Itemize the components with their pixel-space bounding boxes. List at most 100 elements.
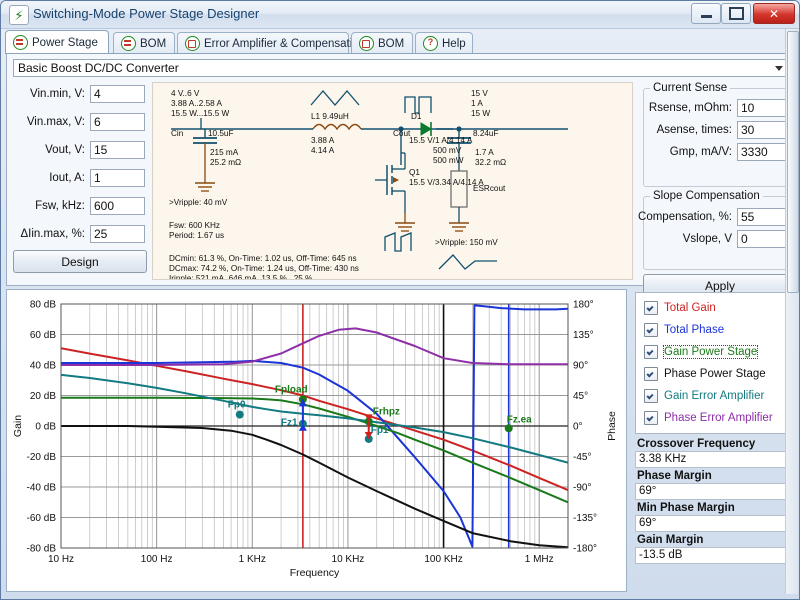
legend-label: Phase Error Amplifier [664, 412, 773, 424]
vertical-scrollbar[interactable] [785, 29, 799, 594]
field-row: Compensation, %: [638, 206, 789, 228]
vinmax-input[interactable] [90, 113, 145, 131]
marker-label-fz1: Fz1 [281, 418, 298, 429]
tab-power-stage[interactable]: Power Stage [5, 30, 109, 54]
field-row: Gmp, mA/V: [651, 141, 789, 163]
current-sense-group: Current Sense Rsense, mOhm: Asense, time… [643, 82, 797, 187]
legend-label: Phase Power Stage [664, 368, 766, 380]
cout-esr: 32.2 mΩ [475, 158, 506, 167]
legend-item-phase-power-stage[interactable]: Phase Power Stage [640, 363, 786, 385]
asense-input[interactable] [737, 121, 789, 139]
iout-label: Iout, A: [49, 172, 85, 184]
checkbox-gain-power-stage[interactable] [644, 345, 658, 359]
topology-combobox[interactable]: Basic Boost DC/DC Converter [13, 59, 789, 77]
cin-value: 10.5uF [208, 129, 234, 138]
gain-margin-title: Gain Margin [637, 534, 704, 546]
y-tick-label: 20 dB [30, 391, 56, 402]
tab-bom-ea[interactable]: BOM [351, 32, 413, 54]
diinmax-input[interactable] [90, 225, 145, 243]
checkbox-total-phase[interactable] [644, 323, 658, 337]
cin-irms: 215 mA [210, 148, 239, 157]
phase-margin-title: Phase Margin [637, 470, 712, 482]
x-tick-label: 1 KHz [239, 554, 266, 565]
curve-legend: Total Gain Total Phase Gain Power Stage … [635, 292, 791, 434]
x-tick-label: 1 MHz [525, 554, 554, 565]
input-spec-2: 3.88 A..2.58 A [171, 99, 223, 108]
legend-item-phase-error-amplifier[interactable]: Phase Error Amplifier [640, 407, 786, 429]
tab-label: BOM [378, 37, 405, 50]
compensation-input[interactable] [737, 208, 789, 226]
field-row: Vin.max, V: [13, 110, 145, 134]
vslope-label: Vslope, V [682, 233, 732, 245]
marker-fp0 [235, 410, 244, 419]
field-row: Vout, V: [13, 138, 145, 162]
y-tick-label: -40 dB [27, 483, 57, 494]
legend-item-total-phase[interactable]: Total Phase [640, 319, 786, 341]
rsense-label: Rsense, mOhm: [648, 102, 732, 114]
resistor-icon [121, 36, 136, 51]
cout-label: Cout [393, 129, 411, 138]
vout-input[interactable] [90, 141, 145, 159]
y-tick-label: 80 dB [30, 300, 56, 311]
vinmin-input[interactable] [90, 85, 145, 103]
y-tick-label: 60 dB [30, 330, 56, 341]
marker-label-fpload: Fpload [275, 384, 308, 395]
scrollbar-thumb[interactable] [787, 31, 799, 293]
legend-label: Total Gain [664, 302, 716, 314]
rsense-input[interactable] [737, 99, 789, 117]
x-tick-label: 10 KHz [332, 554, 365, 565]
slope-compensation-title: Slope Compensation [650, 190, 763, 202]
dcmin-line: DCmin: 61.3 %, On-Time: 1.02 us, Off-Tim… [169, 254, 357, 263]
inductor-i1: 3.88 A [311, 136, 335, 145]
maximize-button[interactable] [721, 3, 751, 24]
legend-item-gain-error-amplifier[interactable]: Gain Error Amplifier [640, 385, 786, 407]
fsw-input[interactable] [90, 197, 145, 215]
field-row: ΔIin.max, %: [13, 222, 145, 246]
legend-label: Total Phase [664, 324, 725, 336]
vout-label: Vout, V: [45, 144, 85, 156]
asense-label: Asense, times: [656, 124, 732, 136]
tab-bom-power[interactable]: BOM [113, 32, 175, 54]
tab-label: Power Stage [32, 36, 98, 49]
window-title: Switching-Mode Power Stage Designer [33, 6, 260, 21]
bode-plot-panel[interactable]: Fp0 Fz1 Fp1 Fpload Frhpz Fz.ea -80 dB -60 dB -40… [6, 289, 627, 592]
vinmin-label: Vin.min, V: [30, 88, 85, 100]
checkbox-gain-error-amplifier[interactable] [644, 389, 658, 403]
series-gain-error-amplifier [61, 373, 568, 464]
design-button[interactable]: Design [13, 250, 147, 273]
legend-item-gain-power-stage[interactable]: Gain Power Stage [640, 341, 786, 363]
y-tick-label: 40 dB [30, 361, 56, 372]
field-row: Vslope, V [651, 228, 789, 250]
iout-input[interactable] [90, 169, 145, 187]
tab-help[interactable]: ? Help [415, 32, 473, 54]
mosfet-label: Q1 [409, 168, 420, 177]
checkbox-phase-power-stage[interactable] [644, 367, 658, 381]
checkbox-phase-error-amplifier[interactable] [644, 411, 658, 425]
minimize-button[interactable] [691, 3, 721, 24]
app-window: ⚡ Switching-Mode Power Stage Designer ✕ … [0, 0, 800, 600]
topology-value: Basic Boost DC/DC Converter [18, 61, 179, 75]
diode-spec-2: 500 mV [433, 146, 462, 155]
diode-spec-1: 15.5 V/1 A/4.14 A [409, 136, 473, 145]
tab-strip: Power Stage BOM Error Amplifier & Compen… [5, 30, 795, 54]
tab-label: BOM [140, 37, 167, 50]
y2-tick-label: -180° [573, 544, 597, 555]
field-row: Iout, A: [13, 166, 145, 190]
close-button[interactable]: ✕ [753, 3, 795, 24]
results-panel: Crossover Frequency 3.38 KHz Phase Margi… [635, 437, 791, 565]
opamp-icon [359, 36, 374, 51]
gmp-input[interactable] [737, 143, 789, 161]
iripple-line: Iripple: 521 mA..646 mA, 13.5 %...25 % [169, 274, 312, 280]
vslope-input[interactable] [737, 230, 789, 248]
diode-spec-3: 500 mW [433, 156, 464, 165]
cout-irms: 1.7 A [475, 148, 494, 157]
x-tick-label: 100 KHz [424, 554, 462, 565]
y2-axis-title: Phase [606, 411, 618, 441]
legend-item-total-gain[interactable]: Total Gain [640, 297, 786, 319]
tab-error-amplifier[interactable]: Error Amplifier & Compensation [177, 32, 365, 54]
checkbox-total-gain[interactable] [644, 301, 658, 315]
phase-margin-value: 69° [635, 483, 791, 500]
fsw-label: Fsw, kHz: [35, 200, 85, 212]
x-tick-label: 100 Hz [141, 554, 173, 565]
opamp-icon [185, 36, 200, 51]
